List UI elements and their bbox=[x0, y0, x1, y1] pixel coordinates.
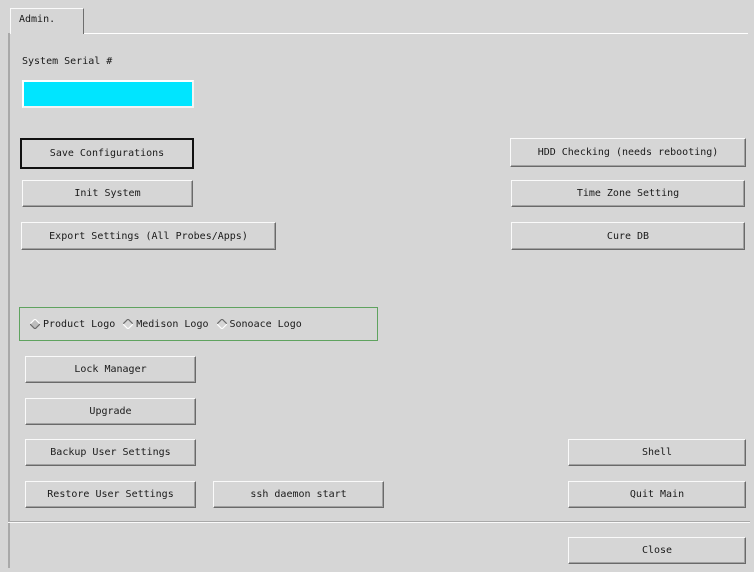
panel-bottom-divider bbox=[8, 521, 750, 523]
tab-admin[interactable]: Admin. bbox=[10, 8, 84, 34]
radio-medison-logo[interactable]: Medison Logo bbox=[123, 318, 209, 330]
diamond-sunken-icon bbox=[216, 319, 227, 329]
restore-user-settings-button[interactable]: Restore User Settings bbox=[25, 481, 196, 508]
radio-product-logo[interactable]: Product Logo bbox=[30, 319, 115, 330]
tab-divider bbox=[84, 33, 748, 34]
radio-medison-logo-label: Medison Logo bbox=[136, 318, 209, 330]
upgrade-button[interactable]: Upgrade bbox=[25, 398, 196, 425]
radio-sonoace-logo-label: Sonoace Logo bbox=[229, 318, 302, 330]
radio-product-logo-label: Product Logo bbox=[43, 318, 116, 330]
logo-radio-group: Product Logo Medison Logo Sonoace Logo bbox=[19, 307, 378, 341]
ssh-daemon-start-button[interactable]: ssh daemon start bbox=[213, 481, 384, 508]
cure-db-button[interactable]: Cure DB bbox=[511, 222, 745, 250]
panel-left-edge bbox=[8, 33, 10, 568]
diamond-sunken-icon bbox=[123, 319, 134, 329]
shell-button[interactable]: Shell bbox=[568, 439, 746, 466]
close-button[interactable]: Close bbox=[568, 537, 746, 564]
init-system-button[interactable]: Init System bbox=[22, 180, 193, 207]
export-settings-button[interactable]: Export Settings (All Probes/Apps) bbox=[21, 222, 276, 250]
diamond-raised-icon bbox=[30, 319, 40, 329]
hdd-checking-button[interactable]: HDD Checking (needs rebooting) bbox=[510, 138, 746, 167]
time-zone-setting-button[interactable]: Time Zone Setting bbox=[511, 180, 745, 207]
serial-label: System Serial # bbox=[22, 56, 113, 67]
quit-main-button[interactable]: Quit Main bbox=[568, 481, 746, 508]
lock-manager-button[interactable]: Lock Manager bbox=[25, 356, 196, 383]
tab-admin-label: Admin. bbox=[19, 14, 56, 25]
serial-input[interactable] bbox=[22, 80, 194, 108]
backup-user-settings-button[interactable]: Backup User Settings bbox=[25, 439, 196, 466]
radio-sonoace-logo[interactable]: Sonoace Logo bbox=[216, 318, 302, 330]
save-configurations-button[interactable]: Save Configurations bbox=[20, 138, 194, 169]
